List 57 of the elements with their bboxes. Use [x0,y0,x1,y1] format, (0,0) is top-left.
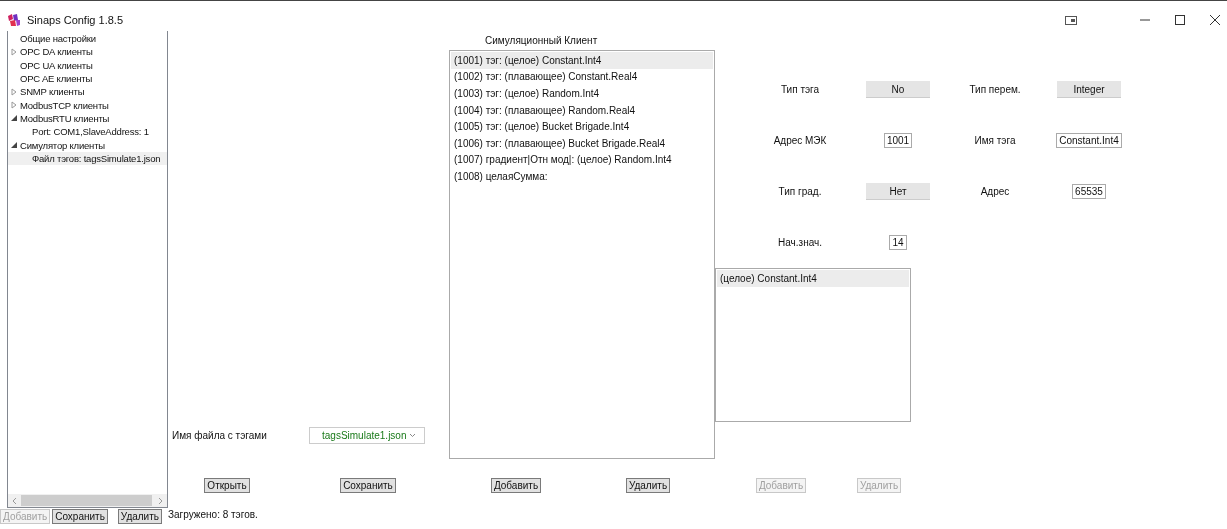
tree-item[interactable]: Port: COM1,SlaveAddress: 1 [8,125,167,139]
expand-arrow-icon[interactable] [11,87,17,96]
list-item[interactable]: (1003) тэг: (целое) Random.Int4 [451,85,713,102]
field-label: Тип перем. [968,84,1022,95]
expand-arrow-icon[interactable] [11,101,17,110]
file-name-label: Имя файла с тэгами [172,430,268,441]
expand-arrow-icon[interactable] [11,47,17,56]
list-item[interactable]: (1001) тэг: (целое) Constant.Int4 [451,52,713,69]
tree-item[interactable]: Симулятор клиенты [8,138,167,152]
list-item[interactable]: (1008) целаяСумма: [451,168,713,185]
input-field[interactable]: 1001 [883,133,913,148]
file-dropdown[interactable]: tagsSimulate1.json [309,427,425,444]
tree-item[interactable]: ModbusRTU клиенты [8,111,167,126]
tree-item[interactable]: OPC UA клиенты [8,58,167,72]
maximize-icon[interactable] [1174,14,1186,26]
scroll-right-icon[interactable] [158,496,163,505]
tree-item[interactable]: SNMP клиенты [8,85,167,99]
input-field[interactable]: 65535 [1072,184,1106,199]
status-text: Загружено: 8 тэгов. [168,509,258,520]
button[interactable]: Удалить [117,509,162,524]
tree-item[interactable]: ModbusTCP клиенты [8,98,167,112]
scroll-left-icon[interactable] [12,496,17,505]
field-label: Имя тэга [973,135,1017,146]
selector-button[interactable]: Integer [1057,81,1121,98]
field-label: Тип град. [777,186,823,197]
button[interactable]: Сохранить [340,478,396,493]
tree-item[interactable]: Общие настройки [8,32,167,46]
tablet-mode-icon[interactable] [1065,15,1077,25]
button[interactable]: Удалить [625,478,671,493]
field-label: Адрес [979,186,1011,197]
input-field[interactable]: 14 [889,235,907,250]
list-title: Симуляционный Клиент [484,34,599,48]
selector-button[interactable]: No [866,81,930,98]
chevron-down-icon [409,433,416,438]
button[interactable]: Сохранить [52,509,108,524]
button[interactable]: Открыть [204,478,250,493]
tree-item[interactable]: Файл тэгов: tagsSimulate1.json [8,151,167,165]
list-item[interactable]: (целое) Constant.Int4 [717,270,909,287]
list-item[interactable]: (1007) градиент|Отн мод|: (целое) Random.Int4 [451,151,713,169]
field-label: Тип тэга [779,84,821,95]
close-icon[interactable] [1209,14,1221,26]
collapse-arrow-icon[interactable] [11,142,17,148]
field-label: Адрес МЭК [772,135,828,146]
horizontal-scrollbar[interactable] [8,494,167,507]
list-item[interactable]: (1004) тэг: (плавающее) Random.Real4 [451,101,713,119]
app-logo-icon [7,13,21,27]
list-item[interactable]: (1006) тэг: (плавающее) Bucket Brigade.Real4 [451,134,713,152]
list-item[interactable]: (1002) тэг: (плавающее) Constant.Real4 [451,68,713,86]
field-label: Нач.знач. [777,237,823,248]
selector-button[interactable]: Нет [866,183,930,200]
button[interactable]: Добавить [490,478,542,493]
list-item[interactable]: (1005) тэг: (целое) Bucket Brigade.Int4 [451,118,713,135]
input-field[interactable]: Constant.Int4 [1056,133,1122,148]
window-title: Sinaps Config 1.8.5 [27,14,123,26]
collapse-arrow-icon[interactable] [11,115,17,122]
tree-item[interactable]: OPC AE клиенты [8,71,167,86]
tree-item[interactable]: OPC DA клиенты [8,45,167,59]
